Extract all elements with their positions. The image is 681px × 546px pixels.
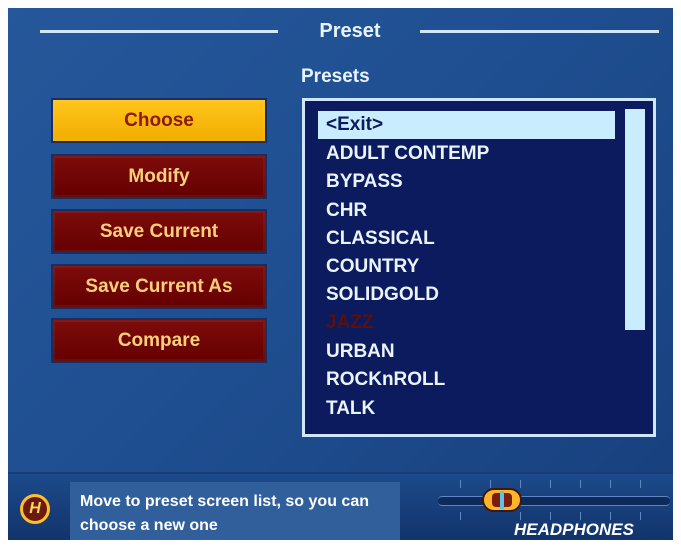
tick (580, 480, 581, 488)
tick (580, 512, 581, 520)
tick (610, 512, 611, 520)
help-text-box: Move to preset screen list, so you can c… (70, 482, 400, 540)
presets-list[interactable]: <Exit> ADULT CONTEMP BYPASS CHR CLASSICA… (302, 98, 656, 437)
title-rule-left (40, 30, 278, 33)
presets-list-title: Presets (301, 66, 370, 87)
preset-item-talk[interactable]: TALK (318, 395, 615, 423)
choose-button[interactable]: Choose (51, 98, 267, 143)
tick (460, 512, 461, 520)
tick (610, 480, 611, 488)
preset-item-urban[interactable]: URBAN (318, 338, 615, 366)
modify-button[interactable]: Modify (51, 154, 267, 199)
preset-item-jazz: JAZZ (326, 312, 374, 333)
help-text-line1: Move to preset screen list, so you can (80, 493, 369, 510)
preset-item-rocknroll[interactable]: ROCKnROLL (318, 366, 615, 394)
tick (490, 480, 491, 488)
preset-item-exit[interactable]: <Exit> (318, 111, 615, 139)
volume-slider-knob[interactable] (482, 488, 522, 512)
tick (550, 512, 551, 520)
headphones-volume: HEADPHONES (418, 474, 673, 540)
preset-item-classical[interactable]: CLASSICAL (318, 225, 615, 253)
preset-item-country[interactable]: COUNTRY (318, 253, 615, 281)
compare-button[interactable]: Compare (51, 318, 267, 363)
bottom-bar: H Move to preset screen list, so you can… (8, 472, 673, 540)
save-current-as-button[interactable]: Save Current As (51, 264, 267, 309)
tick (550, 480, 551, 488)
volume-slider-track[interactable] (438, 496, 670, 506)
preset-screen: Preset Presets Choose Modify Save Curren… (8, 8, 673, 540)
preset-item-solidgold[interactable]: SOLIDGOLD (318, 281, 615, 309)
tick (640, 512, 641, 520)
tick (460, 480, 461, 488)
headphones-label: HEADPHONES (514, 520, 634, 539)
tick (640, 480, 641, 488)
preset-item-chr[interactable]: CHR (318, 197, 615, 225)
preset-item-bypass[interactable]: BYPASS (318, 168, 615, 196)
save-current-button[interactable]: Save Current (51, 209, 267, 254)
title-rule-right (420, 30, 659, 33)
list-scrollbar[interactable] (625, 109, 645, 330)
preset-item-adult-contemp[interactable]: ADULT CONTEMP (318, 140, 615, 168)
help-icon[interactable]: H (20, 494, 50, 524)
tick (520, 480, 521, 488)
help-text-line2: choose a new one (80, 517, 218, 534)
tick (520, 512, 521, 520)
page-title: Preset (319, 20, 381, 42)
